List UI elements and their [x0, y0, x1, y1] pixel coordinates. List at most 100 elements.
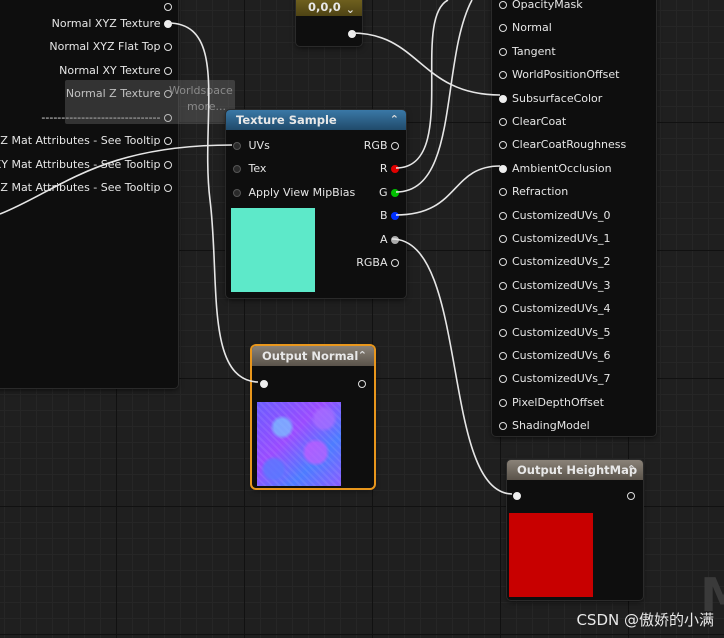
output-xy-mat-attributes[interactable]: XY Mat Attributes - See Tooltip — [0, 158, 172, 171]
input-pin[interactable] — [499, 305, 507, 314]
input-pin-row[interactable] — [513, 489, 521, 502]
material-input-customizeduvs_3[interactable]: CustomizedUVs_3 — [499, 279, 611, 292]
output-pin-row[interactable] — [358, 377, 366, 390]
output-pin[interactable] — [164, 20, 172, 28]
output-pin[interactable] — [391, 259, 399, 267]
output-pin[interactable] — [164, 161, 172, 169]
material-input-normal[interactable]: Normal — [499, 21, 552, 34]
input-pin[interactable] — [499, 141, 507, 150]
node-header[interactable]: Texture Sample ⌃ — [226, 110, 406, 130]
output-normal-xyz-texture[interactable]: Normal XYZ Texture — [52, 17, 172, 30]
output-pin-red[interactable] — [391, 165, 399, 173]
input-pin[interactable] — [499, 94, 507, 103]
constant-vector-node[interactable]: 0,0,0 ⌄ — [296, 0, 362, 46]
output-pin[interactable] — [627, 492, 635, 500]
output-pin-alpha[interactable] — [391, 236, 399, 244]
input-pin[interactable] — [499, 118, 507, 126]
material-input-customizeduvs_5[interactable]: CustomizedUVs_5 — [499, 326, 611, 339]
heightmap-preview — [509, 513, 593, 597]
input-pin[interactable] — [499, 164, 507, 173]
chevron-up-icon[interactable]: ⌃ — [390, 110, 399, 130]
output-xyz-mat-attributes[interactable]: XYZ Mat Attributes - See Tooltip — [0, 134, 172, 147]
chevron-up-icon[interactable]: ⌃ — [358, 346, 367, 366]
input-uvs[interactable]: UVs — [233, 139, 270, 152]
material-input-clearcoatroughness[interactable]: ClearCoatRoughness — [499, 138, 626, 151]
output-pin-row[interactable] — [627, 489, 635, 502]
input-pin[interactable] — [499, 258, 507, 267]
output-a[interactable]: A — [380, 233, 399, 246]
output-pin[interactable] — [348, 30, 356, 38]
pin-label: ClearCoat — [512, 115, 567, 128]
output-pin-blue[interactable] — [391, 212, 399, 220]
input-pin[interactable] — [499, 281, 507, 290]
pin-label: G — [378, 186, 388, 199]
input-pin[interactable] — [233, 189, 241, 197]
input-pin[interactable] — [233, 165, 241, 173]
output-r[interactable]: R — [380, 162, 399, 175]
input-apply-view-mipbias[interactable]: Apply View MipBias — [233, 186, 355, 199]
material-input-customizeduvs_1[interactable]: CustomizedUVs_1 — [499, 232, 611, 245]
node-header[interactable]: Output HeightMap ⌃ — [507, 460, 643, 480]
input-pin[interactable] — [499, 235, 507, 243]
chevron-down-icon[interactable]: ⌄ — [346, 0, 355, 23]
material-result-node[interactable]: OpacityMask Normal Tangent WorldPositionOff… — [492, 0, 656, 436]
material-input-clearcoat[interactable]: ClearCoat — [499, 115, 566, 128]
node-header[interactable]: 0,0,0 ⌄ — [296, 0, 362, 16]
input-pin[interactable] — [499, 1, 507, 9]
output-heightmap-node[interactable]: Output HeightMap ⌃ — [507, 460, 643, 600]
input-pin[interactable] — [499, 352, 507, 360]
output-pin[interactable] — [164, 184, 172, 192]
output-normal-node[interactable]: Output Normal ⌃ — [252, 346, 374, 488]
material-input-tangent[interactable]: Tangent — [499, 45, 556, 58]
input-pin[interactable] — [499, 211, 507, 220]
input-pin[interactable] — [499, 188, 507, 197]
material-input-opacitymask[interactable]: OpacityMask — [499, 0, 583, 11]
node-header[interactable]: Output Normal ⌃ — [252, 346, 374, 366]
material-input-customizeduvs_0[interactable]: CustomizedUVs_0 — [499, 209, 611, 222]
input-pin[interactable] — [499, 47, 507, 56]
output-g[interactable]: G — [379, 186, 399, 199]
material-input-worldpositionoffset[interactable]: WorldPositionOffset — [499, 68, 619, 81]
material-input-ambientocclusion[interactable]: AmbientOcclusion — [499, 162, 612, 175]
material-function-node[interactable]: Normal XYZ Texture Normal XYZ Flat Top N… — [0, 0, 178, 388]
material-input-refraction[interactable]: Refraction — [499, 185, 568, 198]
chevron-up-icon[interactable]: ⌃ — [627, 460, 636, 480]
output-b[interactable]: B — [380, 209, 399, 222]
input-tex[interactable]: Tex — [233, 162, 266, 175]
input-pin[interactable] — [233, 142, 241, 150]
material-input-customizeduvs_7[interactable]: CustomizedUVs_7 — [499, 372, 611, 385]
output-pin[interactable] — [391, 142, 399, 150]
input-pin-row[interactable] — [260, 377, 268, 390]
input-pin[interactable] — [499, 422, 507, 431]
output-pin-row-top[interactable] — [164, 0, 172, 13]
material-input-customizeduvs_4[interactable]: CustomizedUVs_4 — [499, 302, 611, 315]
output-rgba[interactable]: RGBA — [356, 256, 399, 269]
output-pin[interactable] — [164, 67, 172, 75]
material-input-customizeduvs_6[interactable]: CustomizedUVs_6 — [499, 349, 611, 362]
input-pin[interactable] — [513, 492, 521, 500]
output-pin[interactable] — [164, 137, 172, 145]
output-pin-row[interactable] — [348, 27, 356, 40]
material-input-customizeduvs_2[interactable]: CustomizedUVs_2 — [499, 255, 611, 268]
input-pin[interactable] — [499, 375, 507, 384]
output-pin[interactable] — [164, 43, 172, 51]
pin-label: CustomizedUVs_7 — [512, 372, 611, 386]
input-pin[interactable] — [499, 71, 507, 80]
texture-sample-node[interactable]: Texture Sample ⌃ UVs Tex Apply View MipB… — [226, 110, 406, 298]
output-pin-green[interactable] — [391, 189, 399, 197]
output-normal-xy-texture[interactable]: Normal XY Texture — [59, 64, 172, 77]
material-input-pixeldepthoffset[interactable]: PixelDepthOffset — [499, 396, 604, 409]
output-z-mat-attributes[interactable]: Z Mat Attributes - See Tooltip — [0, 181, 172, 194]
output-rgb[interactable]: RGB — [364, 139, 399, 152]
output-normal-xyz-flat-top[interactable]: Normal XYZ Flat Top — [49, 40, 172, 53]
input-pin[interactable] — [499, 24, 507, 33]
wire-b — [395, 165, 501, 216]
input-pin[interactable] — [260, 380, 268, 388]
node-title: Texture Sample — [236, 113, 337, 127]
material-input-shadingmodel[interactable]: ShadingModel — [499, 419, 590, 432]
output-pin[interactable] — [164, 3, 172, 11]
material-input-subsurfacecolor[interactable]: SubsurfaceColor — [499, 92, 602, 105]
input-pin[interactable] — [499, 398, 507, 407]
output-pin[interactable] — [358, 380, 366, 388]
input-pin[interactable] — [499, 328, 507, 337]
